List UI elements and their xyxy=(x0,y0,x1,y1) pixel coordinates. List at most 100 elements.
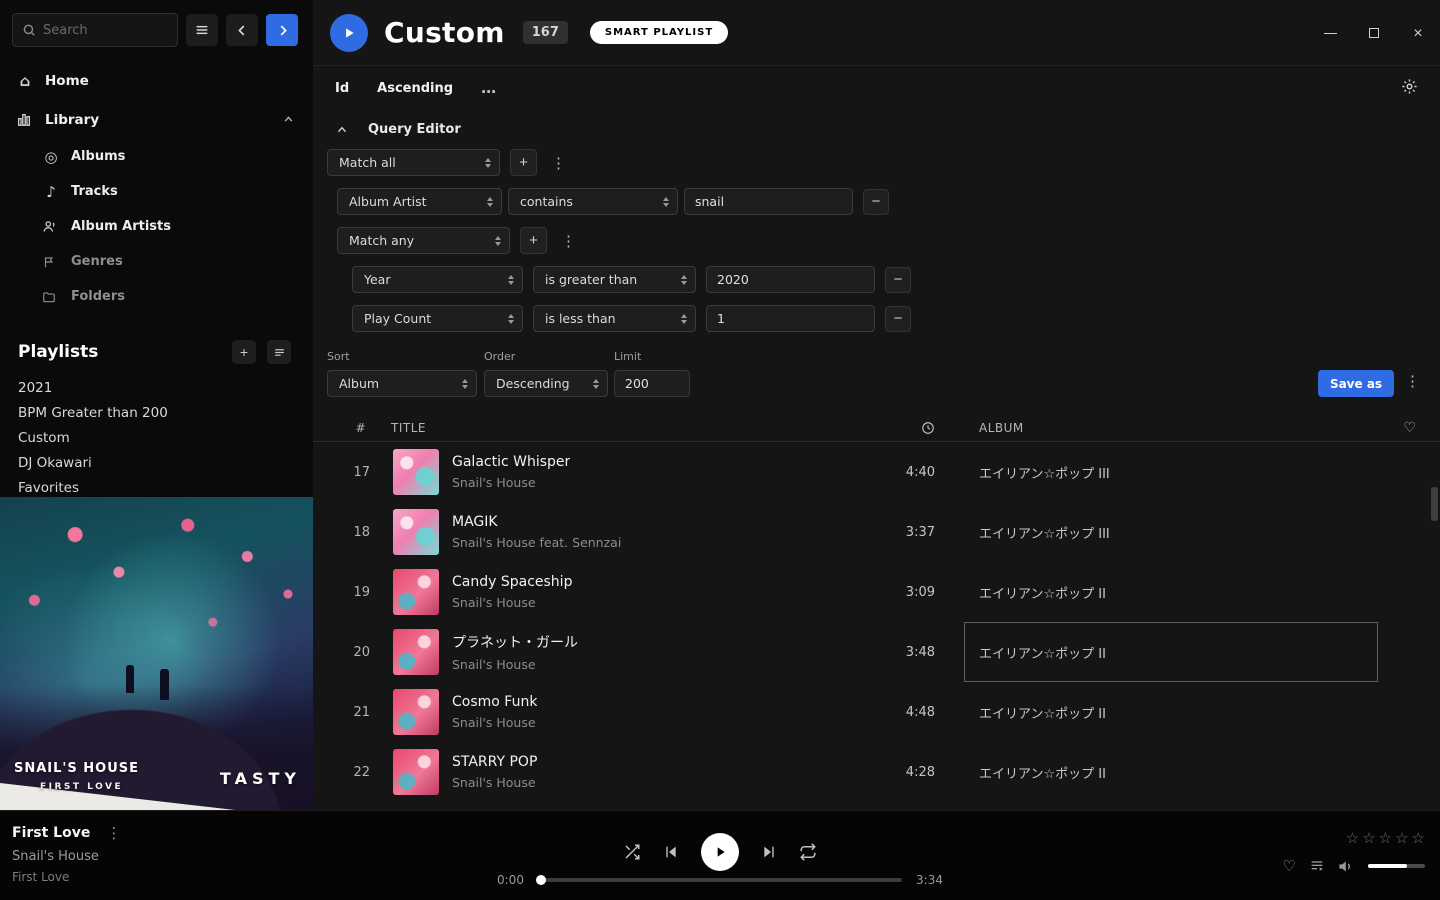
maximize-button[interactable] xyxy=(1366,25,1382,41)
chevron-up-icon[interactable] xyxy=(282,113,295,126)
seek-bar[interactable] xyxy=(538,878,902,882)
column-title[interactable]: TITLE xyxy=(380,421,835,435)
settings-gear-icon[interactable] xyxy=(1401,78,1418,95)
track-album[interactable]: エイリアン☆ポップ III xyxy=(935,502,1380,562)
playlist-item[interactable]: BPM Greater than 200 xyxy=(0,401,313,426)
star-icon[interactable]: ☆ xyxy=(1412,829,1425,847)
rule-menu-icon[interactable]: ⋮ xyxy=(547,154,570,172)
star-icon[interactable]: ☆ xyxy=(1395,829,1408,847)
save-menu-icon[interactable]: ⋮ xyxy=(1401,372,1424,390)
minimize-button[interactable] xyxy=(1322,25,1338,41)
table-row[interactable]: 20 プラネット・ガール Snail's House 3:48 エイリアン☆ポッ… xyxy=(313,622,1440,682)
now-playing-artwork[interactable]: SNAIL'S HOUSE FIRST LOVE TASTY xyxy=(0,497,313,810)
seek-knob[interactable] xyxy=(536,875,546,885)
rule-field-select[interactable]: Album Artist xyxy=(337,188,502,215)
repeat-button[interactable] xyxy=(799,843,817,861)
limit-input[interactable] xyxy=(614,370,690,397)
group-rule-field-select[interactable]: Play Count xyxy=(352,305,523,332)
nav-back-button[interactable] xyxy=(226,14,258,46)
star-icon[interactable]: ☆ xyxy=(1346,829,1359,847)
nav-forward-button[interactable] xyxy=(266,14,298,46)
save-as-button[interactable]: Save as xyxy=(1318,370,1394,397)
now-playing-title[interactable]: First Love xyxy=(12,825,90,841)
table-row[interactable]: 21 Cosmo Funk Snail's House 4:48 エイリアン☆ポ… xyxy=(313,682,1440,742)
track-title[interactable]: Galactic Whisper xyxy=(452,454,570,470)
track-artist[interactable]: Snail's House xyxy=(452,657,578,672)
sidebar-item-tracks[interactable]: ♪ Tracks xyxy=(0,174,313,209)
column-album[interactable]: ALBUM xyxy=(935,421,1380,435)
track-album-focused-cell[interactable]: エイリアン☆ポップ II xyxy=(935,622,1380,682)
menu-button[interactable] xyxy=(186,14,218,46)
volume-icon[interactable] xyxy=(1338,858,1355,875)
star-icon[interactable]: ☆ xyxy=(1379,829,1392,847)
playlist-item[interactable]: Custom xyxy=(0,426,313,451)
group-match-type-select[interactable]: Match any xyxy=(337,227,510,254)
order-select[interactable]: Descending xyxy=(484,370,608,397)
track-title[interactable]: MAGIK xyxy=(452,514,621,530)
now-playing-artist[interactable]: Snail's House xyxy=(12,849,125,864)
add-rule-button[interactable]: + xyxy=(510,149,537,176)
table-row[interactable]: 22 STARRY POP Snail's House 4:28 エイリアン☆ポ… xyxy=(313,742,1440,802)
track-title[interactable]: プラネット・ガール xyxy=(452,632,578,652)
search-box[interactable] xyxy=(12,13,178,47)
add-group-rule-button[interactable]: + xyxy=(520,227,547,254)
track-album[interactable]: エイリアン☆ポップ II xyxy=(935,682,1380,742)
remove-group-rule-button[interactable]: − xyxy=(885,267,911,293)
remove-rule-button[interactable]: − xyxy=(863,189,889,215)
track-title[interactable]: STARRY POP xyxy=(452,754,537,770)
track-album[interactable]: エイリアン☆ポップ II xyxy=(935,562,1380,622)
match-type-select[interactable]: Match all xyxy=(327,149,500,176)
remove-group-rule-button[interactable]: − xyxy=(885,306,911,332)
now-playing-menu-icon[interactable]: ⋮ xyxy=(102,824,125,842)
group-rule-value-input[interactable] xyxy=(706,266,875,293)
sidebar-item-albums[interactable]: ◎ Albums xyxy=(0,139,313,174)
play-pause-button[interactable] xyxy=(701,833,739,871)
sort-select[interactable]: Album xyxy=(327,370,477,397)
group-rule-value-input[interactable] xyxy=(706,305,875,332)
star-icon[interactable]: ☆ xyxy=(1362,829,1375,847)
column-index[interactable]: # xyxy=(313,421,380,435)
table-row[interactable]: 17 Galactic Whisper Snail's House 4:40 エ… xyxy=(313,442,1440,502)
track-artist[interactable]: Snail's House xyxy=(452,595,572,610)
table-row[interactable]: 19 Candy Spaceship Snail's House 3:09 エイ… xyxy=(313,562,1440,622)
group-rule-operator-select[interactable]: is less than xyxy=(533,305,696,332)
sort-direction-control[interactable]: Ascending xyxy=(377,81,453,96)
rule-value-input[interactable] xyxy=(684,188,853,215)
search-input[interactable] xyxy=(43,23,168,38)
more-options-icon[interactable]: … xyxy=(481,79,497,97)
track-artist[interactable]: Snail's House feat. Sennzai xyxy=(452,535,621,550)
table-row[interactable]: 18 MAGIK Snail's House feat. Sennzai 3:3… xyxy=(313,502,1440,562)
next-track-button[interactable] xyxy=(761,844,777,860)
sidebar-item-library[interactable]: Library xyxy=(0,100,313,139)
sidebar-item-album-artists[interactable]: Album Artists xyxy=(0,209,313,244)
now-playing-album[interactable]: First Love xyxy=(12,870,125,884)
group-rule-field-select[interactable]: Year xyxy=(352,266,523,293)
favorite-column-heart-icon[interactable]: ♡ xyxy=(1403,420,1416,436)
sidebar-item-home[interactable]: ⌂ Home xyxy=(0,61,313,100)
rule-operator-select[interactable]: contains xyxy=(508,188,678,215)
sidebar-item-folders[interactable]: Folders xyxy=(0,279,313,314)
favorite-heart-icon[interactable]: ♡ xyxy=(1283,857,1296,875)
scrollbar-thumb[interactable] xyxy=(1431,487,1438,521)
volume-slider[interactable] xyxy=(1368,864,1425,868)
playlist-item[interactable]: DJ Okawari xyxy=(0,451,313,476)
collapse-query-editor-button[interactable] xyxy=(335,123,349,137)
group-rule-operator-select[interactable]: is greater than xyxy=(533,266,696,293)
group-menu-icon[interactable]: ⋮ xyxy=(557,232,580,250)
previous-track-button[interactable] xyxy=(663,844,679,860)
playlist-item[interactable]: 2021 xyxy=(0,376,313,401)
play-playlist-button[interactable] xyxy=(330,14,368,52)
track-album[interactable]: エイリアン☆ポップ III xyxy=(935,442,1380,502)
track-artist[interactable]: Snail's House xyxy=(452,775,537,790)
track-artist[interactable]: Snail's House xyxy=(452,475,570,490)
playlist-list-button[interactable] xyxy=(267,340,291,364)
shuffle-button[interactable] xyxy=(623,843,641,861)
duration-clock-icon[interactable] xyxy=(921,421,935,435)
track-title[interactable]: Candy Spaceship xyxy=(452,574,572,590)
track-album[interactable]: エイリアン☆ポップ II xyxy=(935,742,1380,802)
sort-field-control[interactable]: Id xyxy=(335,81,349,96)
close-button[interactable]: × xyxy=(1410,25,1426,41)
queue-icon[interactable] xyxy=(1309,858,1325,874)
track-artist[interactable]: Snail's House xyxy=(452,715,537,730)
track-title[interactable]: Cosmo Funk xyxy=(452,694,537,710)
